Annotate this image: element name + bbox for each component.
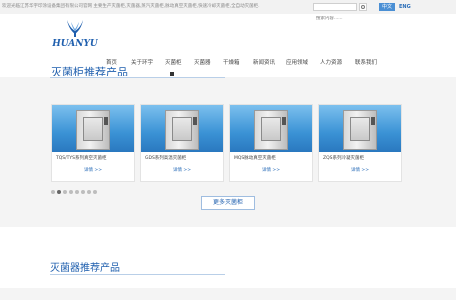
carousel-dot[interactable] xyxy=(75,190,79,194)
nav-item-sterilization-cabinet[interactable]: 灭菌柜 xyxy=(165,58,182,66)
product-name: TQS/TYS系列真空灭菌柜 xyxy=(56,156,107,161)
welcome-notice: 欢迎光临江苏华宇印涂设备集团有限公司官网 主要生产灭菌柜,灭菌器,蒸汽灭菌柜,脉… xyxy=(2,4,260,9)
product-card[interactable]: TQS/TYS系列真空灭菌柜 详情 >> xyxy=(51,104,135,182)
carousel-dot[interactable] xyxy=(63,190,67,194)
nav-item-hr[interactable]: 人力资源 xyxy=(320,58,342,66)
product-details-link[interactable]: 详情 >> xyxy=(230,167,312,173)
product-name: GDS系列高温灭菌柜 xyxy=(145,156,187,161)
section-title-cabinets: 灭菌柜推荐产品 xyxy=(51,66,128,76)
carousel-dot-active[interactable] xyxy=(57,190,61,194)
carousel-dot[interactable] xyxy=(93,190,97,194)
product-details-link[interactable]: 详情 >> xyxy=(141,167,223,173)
search-input[interactable] xyxy=(314,15,356,22)
carousel-dot[interactable] xyxy=(69,190,73,194)
top-bar: 欢迎光临江苏华宇印涂设备集团有限公司官网 主要生产灭菌柜,灭菌器,蒸汽灭菌柜,脉… xyxy=(0,0,456,22)
search-icon xyxy=(361,5,365,9)
product-image xyxy=(52,105,134,152)
lang-english-link[interactable]: ENG xyxy=(399,3,411,11)
huanyu-logo-icon: HUANYU xyxy=(51,20,99,49)
next-section-band xyxy=(0,288,456,300)
nav-item-about[interactable]: 关于环宇 xyxy=(131,58,153,66)
product-card[interactable]: MQS脉动真空灭菌柜 详情 >> xyxy=(229,104,313,182)
product-image xyxy=(319,105,401,152)
nav-item-drying-oven[interactable]: 干燥箱 xyxy=(223,58,240,66)
brand-logo[interactable]: HUANYU xyxy=(51,18,99,49)
search-button[interactable] xyxy=(359,3,367,11)
product-card[interactable]: GDS系列高温灭菌柜 详情 >> xyxy=(140,104,224,182)
product-image xyxy=(230,105,312,152)
product-name: ZQS系列冷凝灭菌柜 xyxy=(323,156,364,161)
product-details-link[interactable]: 详情 >> xyxy=(52,167,134,173)
nav-item-contact[interactable]: 联系我们 xyxy=(355,58,377,66)
product-card[interactable]: ZQS系列冷凝灭菌柜 详情 >> xyxy=(318,104,402,182)
search-field[interactable] xyxy=(313,3,357,22)
product-name: MQS脉动真空灭菌柜 xyxy=(234,156,276,161)
section-divider xyxy=(50,77,225,78)
nav-item-applications[interactable]: 应用领域 xyxy=(286,58,308,66)
nav-item-news[interactable]: 新闻资讯 xyxy=(253,58,275,66)
nav-hover-marker xyxy=(170,72,174,76)
product-image xyxy=(141,105,223,152)
carousel-dot[interactable] xyxy=(81,190,85,194)
product-details-link[interactable]: 详情 >> xyxy=(319,167,401,173)
section-title-sterilizers: 灭菌器推荐产品 xyxy=(50,263,120,274)
section-divider xyxy=(50,274,225,275)
carousel-dot[interactable] xyxy=(87,190,91,194)
svg-text:HUANYU: HUANYU xyxy=(52,39,98,48)
more-cabinets-button[interactable]: 更多灭菌柜 xyxy=(201,196,255,210)
nav-item-sterilizer[interactable]: 灭菌器 xyxy=(194,58,211,66)
carousel-dot[interactable] xyxy=(51,190,55,194)
lang-chinese-button[interactable]: 中文 xyxy=(379,3,395,11)
